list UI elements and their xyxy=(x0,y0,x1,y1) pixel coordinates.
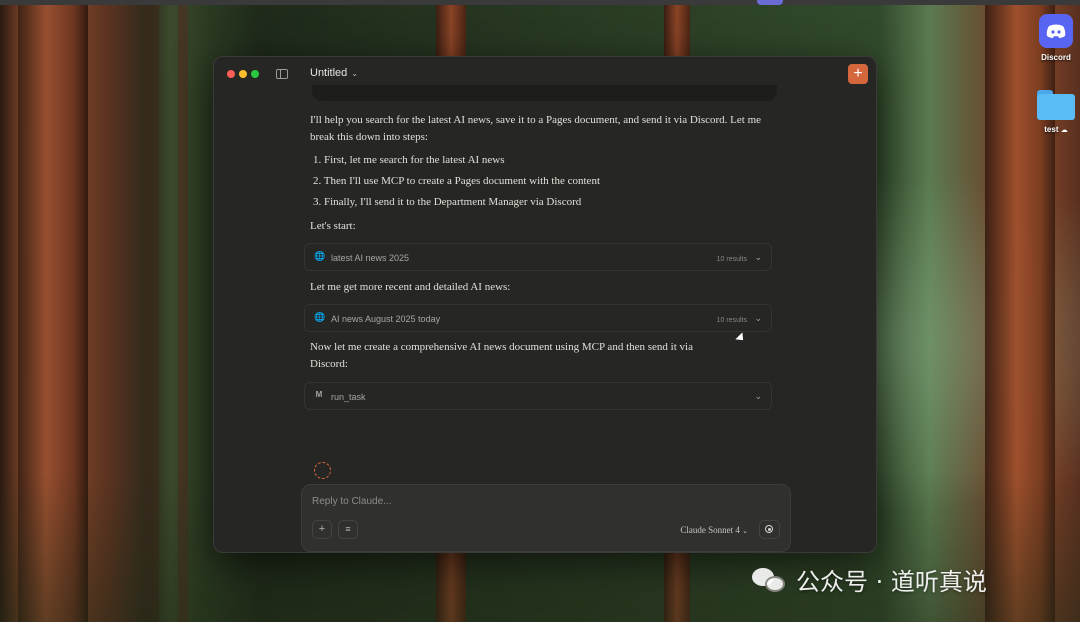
create-doc-text: Now let me create a comprehensive AI new… xyxy=(310,341,693,370)
plus-icon: + xyxy=(853,65,863,82)
cloud-icon: ☁ xyxy=(1060,127,1068,134)
chat-title: Untitled xyxy=(310,67,348,79)
chevron-down-icon: ⌄ xyxy=(351,68,358,78)
desktop-icon-test[interactable]: test ☁ xyxy=(1026,90,1080,134)
mcp-icon: M xyxy=(315,390,323,399)
composer: Reply to Claude... + ≡ Claude Sonnet 4 ⌄ xyxy=(301,484,791,552)
close-button[interactable] xyxy=(227,70,235,78)
chevron-down-icon: ⌄ xyxy=(754,252,762,262)
menu-bar-indicator xyxy=(757,0,783,5)
desktop-icon-label: test xyxy=(1044,125,1059,134)
globe-icon: 🌐 xyxy=(314,251,326,261)
chevron-down-icon: ⌄ xyxy=(754,391,762,401)
chevron-down-icon: ⌄ xyxy=(742,527,748,535)
web-search-result-card[interactable]: 🌐 latest AI news 2025 10 results ⌄ xyxy=(304,243,772,271)
lets-start-text: Let's start: xyxy=(310,220,356,232)
globe-icon: 🌐 xyxy=(314,312,326,322)
sliders-icon: ≡ xyxy=(345,524,351,534)
watermark: 公众号 · 道听真说 xyxy=(752,562,987,597)
reply-input[interactable]: Reply to Claude... xyxy=(312,496,392,507)
step-item: 3. Finally, I'll send it to the Departme… xyxy=(313,196,582,208)
tools-button[interactable]: ≡ xyxy=(338,520,358,539)
model-selector[interactable]: Claude Sonnet 4 ⌄ xyxy=(680,525,748,535)
sidebar-toggle-icon[interactable] xyxy=(276,69,288,79)
folder-icon xyxy=(1037,90,1075,120)
step-item: 2. Then I'll use MCP to create a Pages d… xyxy=(313,175,600,187)
chat-title-dropdown[interactable]: Untitled ⌄ xyxy=(310,67,358,79)
claude-window: Untitled ⌄ + I'll help you search for th… xyxy=(213,56,877,553)
minimize-button[interactable] xyxy=(239,70,247,78)
desktop-icon-discord[interactable]: Discord xyxy=(1026,14,1080,62)
search-query: latest AI news 2025 xyxy=(331,253,410,263)
voice-icon xyxy=(765,525,773,533)
mcp-tool-card[interactable]: M run_task ⌄ xyxy=(304,382,772,410)
watermark-text: 公众号 · 道听真说 xyxy=(796,568,987,596)
add-attachment-button[interactable]: + xyxy=(312,520,332,539)
model-name: Claude Sonnet 4 xyxy=(680,525,740,535)
chevron-down-icon: ⌄ xyxy=(754,313,762,323)
desktop-icon-label: Discord xyxy=(1041,53,1071,62)
intro-text: I'll help you search for the latest AI n… xyxy=(310,114,762,143)
result-count: 10 results xyxy=(716,256,747,263)
step-item: 1. First, let me search for the latest A… xyxy=(313,154,505,166)
result-count: 10 results xyxy=(716,317,747,324)
wechat-icon xyxy=(752,566,788,594)
more-news-text: Let me get more recent and detailed AI n… xyxy=(310,281,511,293)
zoom-button[interactable] xyxy=(251,70,259,78)
discord-icon xyxy=(1039,14,1073,48)
previous-message-bubble xyxy=(312,85,777,101)
search-query: AI news August 2025 today xyxy=(331,314,441,324)
new-chat-button[interactable]: + xyxy=(848,64,868,84)
menu-bar xyxy=(0,0,1080,5)
tool-name: run_task xyxy=(331,392,366,402)
voice-button[interactable] xyxy=(759,520,780,539)
web-search-result-card[interactable]: 🌐 AI news August 2025 today 10 results ⌄ xyxy=(304,304,772,332)
plus-icon: + xyxy=(318,523,326,535)
loading-spinner-icon xyxy=(314,462,331,479)
